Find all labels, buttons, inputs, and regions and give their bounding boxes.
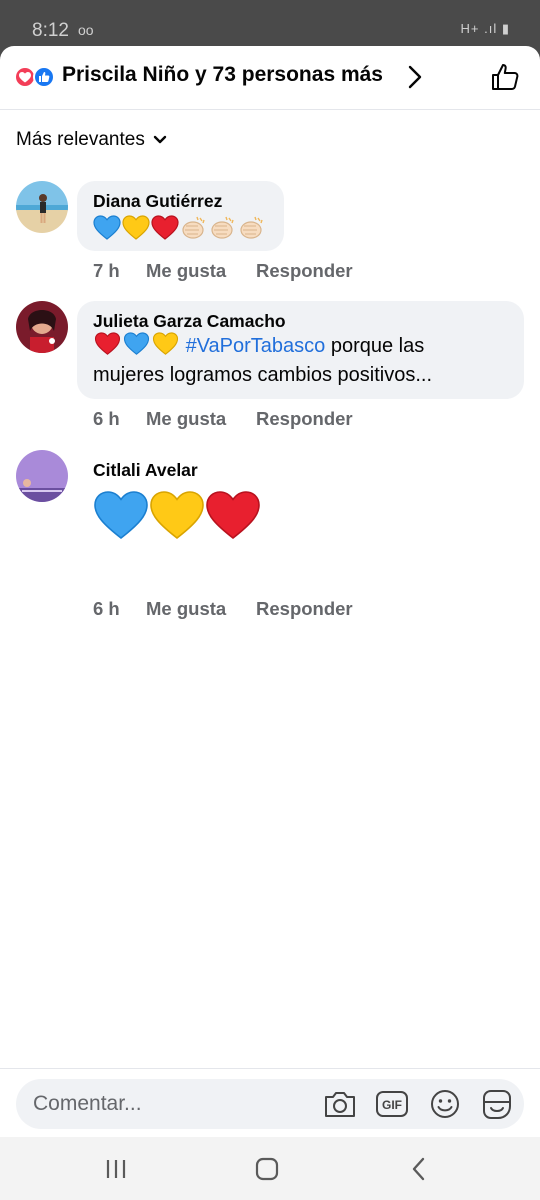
reply-button[interactable]: Responder [256, 598, 353, 620]
home-icon[interactable] [253, 1155, 281, 1183]
reaction-icons [14, 66, 58, 88]
hashtag-link[interactable]: #VaPorTabasco [186, 335, 326, 357]
comment-author[interactable]: Julieta Garza Camacho [93, 310, 508, 332]
blue-heart-icon [94, 491, 148, 540]
reply-button[interactable]: Responder [256, 408, 353, 430]
comment-time[interactable]: 7 h [93, 260, 146, 282]
chevron-down-icon [153, 135, 167, 144]
comment-author[interactable]: Citlali Avelar [93, 459, 261, 481]
comment-actions: 6 h Me gusta Responder [93, 598, 353, 620]
sort-dropdown[interactable]: Más relevantes [16, 129, 167, 151]
comment-composer-bar: Comentar... GIF [0, 1068, 540, 1137]
blue-heart-icon [93, 215, 121, 240]
clapping-hands-icon [211, 216, 234, 239]
comment-text: #VaPorTabasco porque las mujeres logramo… [93, 332, 508, 390]
comment-text-line2[interactable]: mujeres logramos cambios positivos... [93, 364, 432, 386]
clapping-hands-icon [182, 216, 205, 239]
red-heart-icon [94, 332, 121, 355]
like-button[interactable]: Me gusta [146, 260, 256, 282]
chevron-right-icon[interactable] [404, 64, 426, 90]
thumbs-up-icon[interactable] [490, 62, 520, 92]
avatar[interactable] [16, 181, 68, 233]
comment-emojis [93, 332, 180, 356]
comments-sheet: Priscila Niño y 73 personas más Más rele… [0, 46, 540, 1137]
red-heart-icon [151, 215, 179, 240]
like-button[interactable]: Me gusta [146, 598, 256, 620]
yellow-heart-icon [150, 491, 204, 540]
avatar[interactable] [16, 301, 68, 353]
status-time: 8:12 [32, 20, 69, 41]
comment-actions: 7 h Me gusta Responder [93, 260, 353, 282]
clapping-hands-icon [240, 216, 263, 239]
sort-label: Más relevantes [16, 129, 145, 150]
comment-input[interactable]: Comentar... GIF [16, 1079, 524, 1129]
yellow-heart-icon [122, 215, 150, 240]
recent-apps-icon[interactable] [102, 1155, 130, 1183]
comment-author[interactable]: Diana Gutiérrez [93, 190, 268, 212]
comment-time[interactable]: 6 h [93, 408, 146, 430]
avatar[interactable] [16, 450, 68, 502]
sticker-icon[interactable] [480, 1088, 514, 1120]
reply-button[interactable]: Responder [256, 260, 353, 282]
comment-bubble: Citlali Avelar [77, 450, 277, 548]
comment-time[interactable]: 6 h [93, 598, 146, 620]
blue-heart-icon [123, 332, 150, 355]
status-bar: 8:12 oo H+ .ıl ▮ [0, 0, 540, 46]
gif-icon[interactable]: GIF [375, 1088, 409, 1120]
smiley-icon[interactable] [428, 1088, 462, 1120]
comment-actions: 6 h Me gusta Responder [93, 408, 353, 430]
like-button[interactable]: Me gusta [146, 408, 256, 430]
red-heart-icon [206, 491, 260, 540]
comment-emojis [93, 489, 261, 543]
gif-label: GIF [382, 1098, 402, 1112]
back-icon[interactable] [405, 1155, 433, 1183]
reactions-header[interactable]: Priscila Niño y 73 personas más [0, 46, 540, 110]
reactions-summary-title[interactable]: Priscila Niño y 73 personas más [62, 63, 383, 87]
camera-icon[interactable] [323, 1088, 357, 1120]
comment-emojis [93, 215, 268, 241]
comment-text-line1: porque las [325, 335, 425, 357]
comment-placeholder[interactable]: Comentar... [33, 1092, 142, 1116]
like-reaction-icon [33, 66, 55, 88]
system-nav-bar [0, 1137, 540, 1200]
signal-icon: H+ .ıl ▮ [460, 21, 510, 36]
voicemail-icon: oo [78, 22, 94, 38]
comment-bubble: Diana Gutiérrez [77, 181, 284, 251]
comment-bubble: Julieta Garza Camacho #VaPorTabasco porq… [77, 301, 524, 399]
yellow-heart-icon [152, 332, 179, 355]
